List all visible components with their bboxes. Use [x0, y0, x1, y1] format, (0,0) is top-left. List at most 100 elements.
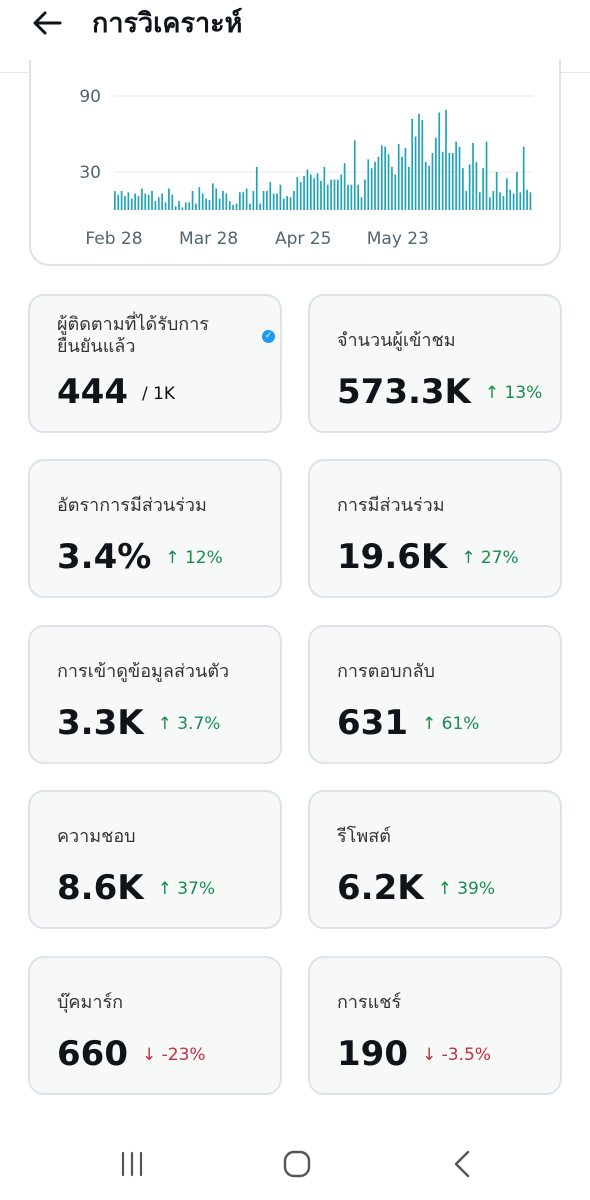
- chart-bar[interactable]: [502, 196, 505, 210]
- chart-bar[interactable]: [306, 169, 309, 210]
- chart-bar[interactable]: [404, 147, 407, 210]
- chart-bar[interactable]: [475, 161, 478, 210]
- card-engagement-rate[interactable]: อัตราการมีส่วนร่วม 3.4% ↑ 12%: [28, 459, 282, 598]
- chart-bar[interactable]: [394, 174, 397, 210]
- chart-bar[interactable]: [482, 168, 484, 210]
- chart-bar[interactable]: [286, 196, 289, 210]
- chart-bar[interactable]: [232, 204, 234, 210]
- chart-bar[interactable]: [282, 198, 285, 210]
- back-button[interactable]: [30, 6, 64, 40]
- chart-bar[interactable]: [157, 197, 160, 210]
- chart-bar[interactable]: [343, 163, 346, 210]
- chart-bar[interactable]: [276, 193, 278, 210]
- card-engagements[interactable]: การมีส่วนร่วม 19.6K ↑ 27%: [308, 459, 562, 598]
- chart-bar[interactable]: [516, 172, 518, 210]
- chart-bar[interactable]: [195, 203, 197, 210]
- chart-bar[interactable]: [495, 172, 498, 210]
- chart-bar[interactable]: [347, 184, 349, 210]
- chart-bar[interactable]: [485, 141, 488, 210]
- chart-bar[interactable]: [435, 137, 437, 210]
- chart-bar[interactable]: [211, 183, 214, 210]
- chart-bar[interactable]: [296, 177, 299, 210]
- chart-bar[interactable]: [424, 161, 427, 210]
- chart-bar[interactable]: [337, 179, 339, 210]
- chart-bar[interactable]: [255, 166, 258, 210]
- chart-bar[interactable]: [428, 165, 430, 210]
- chart-bar[interactable]: [181, 207, 184, 210]
- chart-bar[interactable]: [320, 180, 322, 210]
- chart-bar[interactable]: [489, 197, 491, 210]
- chart-bar[interactable]: [313, 178, 316, 210]
- chart-bar[interactable]: [468, 164, 471, 210]
- chart-bar[interactable]: [239, 192, 241, 210]
- card-reposts[interactable]: รีโพสต์ 6.2K ↑ 39%: [308, 790, 562, 929]
- chart-bar[interactable]: [407, 166, 410, 210]
- chart-bar[interactable]: [137, 196, 140, 210]
- chart-bar[interactable]: [414, 136, 417, 210]
- chart-bar[interactable]: [421, 120, 424, 210]
- chart-bar[interactable]: [391, 166, 393, 210]
- chart-bar[interactable]: [147, 194, 150, 210]
- chart-bar[interactable]: [384, 146, 387, 210]
- chart-bar[interactable]: [330, 179, 332, 210]
- chart-bar[interactable]: [184, 202, 187, 210]
- chart-bar[interactable]: [438, 112, 441, 210]
- chart-bar[interactable]: [364, 179, 366, 210]
- card-impressions[interactable]: จำนวนผู้เข้าชม 573.3K ↑ 13%: [308, 294, 562, 433]
- chart-bar[interactable]: [198, 187, 201, 210]
- chart-bar[interactable]: [353, 140, 356, 210]
- chart-bar[interactable]: [374, 161, 376, 210]
- chart-bar[interactable]: [151, 191, 153, 210]
- chart-bar[interactable]: [114, 191, 116, 210]
- chart-bar[interactable]: [465, 191, 468, 210]
- chart-bar[interactable]: [333, 179, 336, 210]
- nav-back-button[interactable]: [442, 1146, 482, 1182]
- chart-bar[interactable]: [323, 166, 326, 210]
- chart-bar[interactable]: [201, 193, 204, 210]
- chart-bar[interactable]: [222, 191, 224, 210]
- chart-bar[interactable]: [377, 156, 380, 210]
- chart-bar[interactable]: [289, 197, 292, 210]
- card-replies[interactable]: การตอบกลับ 631 ↑ 61%: [308, 625, 562, 764]
- chart-bar[interactable]: [299, 182, 302, 210]
- chart-bar[interactable]: [225, 193, 228, 210]
- card-profile-visits[interactable]: การเข้าดูข้อมูลส่วนตัว 3.3K ↑ 3.7%: [28, 625, 282, 764]
- home-button[interactable]: [277, 1146, 317, 1182]
- chart-bar[interactable]: [316, 173, 319, 210]
- chart-bar[interactable]: [205, 198, 207, 210]
- chart-bar[interactable]: [360, 197, 363, 210]
- chart-bar[interactable]: [208, 199, 211, 210]
- chart-bar[interactable]: [269, 182, 272, 210]
- chart-bar[interactable]: [387, 154, 390, 210]
- chart-bar[interactable]: [191, 191, 194, 210]
- chart-bar[interactable]: [401, 156, 403, 210]
- chart-bar[interactable]: [445, 109, 447, 210]
- chart-bar[interactable]: [141, 188, 143, 210]
- chart-bar[interactable]: [441, 151, 444, 210]
- card-shares[interactable]: การแชร์ 190 ↓ -3.5%: [308, 956, 562, 1095]
- chart-bar[interactable]: [171, 194, 174, 210]
- chart-bar[interactable]: [499, 192, 501, 210]
- chart-bar[interactable]: [124, 196, 126, 210]
- chart-bar[interactable]: [309, 174, 312, 210]
- chart-bar[interactable]: [218, 198, 221, 210]
- chart-bar[interactable]: [529, 192, 532, 210]
- chart-bar[interactable]: [235, 203, 238, 210]
- chart-bar[interactable]: [134, 193, 136, 210]
- chart-bar[interactable]: [512, 193, 515, 210]
- chart-bar[interactable]: [154, 201, 157, 210]
- chart-bar[interactable]: [462, 168, 464, 210]
- chart-bar[interactable]: [472, 142, 474, 210]
- chart-bar[interactable]: [272, 193, 275, 210]
- chart-bar[interactable]: [266, 191, 268, 210]
- chart-bar[interactable]: [522, 146, 525, 210]
- chart-bar[interactable]: [505, 178, 508, 210]
- chart-bar[interactable]: [370, 168, 373, 210]
- chart-bar[interactable]: [174, 206, 177, 210]
- chart-bar[interactable]: [168, 188, 170, 210]
- chart-bar[interactable]: [326, 184, 329, 210]
- chart-bar[interactable]: [492, 191, 495, 210]
- chart-bar[interactable]: [164, 202, 167, 210]
- chart-bar[interactable]: [380, 145, 383, 210]
- chart-bar[interactable]: [340, 174, 343, 210]
